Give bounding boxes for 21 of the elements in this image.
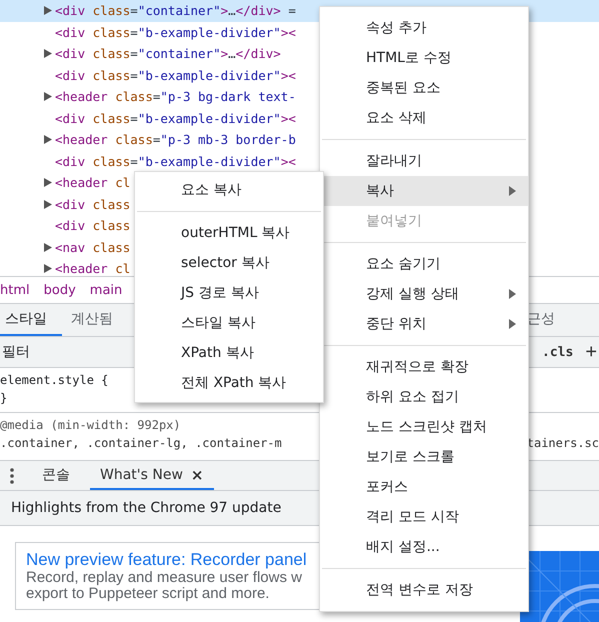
code-line: <div class="b-example-divider">< [55, 154, 296, 169]
code-line: <div class [55, 218, 130, 234]
code-line: <div class [55, 196, 130, 212]
code-line: <div class="b-example-divider">< [55, 68, 296, 83]
panel-heading: Highlights from the Chrome 97 update [11, 500, 282, 516]
card-description: export to Puppeteer script and more. [26, 586, 270, 602]
code-line: <div class="b-example-divider">< [55, 24, 296, 40]
code-line: <header class="p-3 mb-3 border-b [55, 132, 296, 148]
code-line: <header class="p-3 bg-dark text- [55, 89, 296, 104]
selector-text: tainers.sc [526, 436, 599, 450]
code-line: <nav class [55, 240, 130, 255]
style-rule-text: } [0, 391, 8, 405]
selector-text: .container, .container-lg, .container-m [0, 436, 282, 450]
media-query-text: @media (min-width: 992px) [0, 418, 181, 432]
code-line: <header cl [55, 175, 130, 190]
code-line: <div class="b-example-divider">< [55, 110, 296, 126]
code-line: <div class="container">…</div> [55, 46, 281, 62]
style-rule-text: element.style { [0, 373, 108, 387]
code-line: <div class="container">…</div> = [55, 3, 296, 18]
code-line: <header cl [55, 261, 130, 276]
card-description: Record, replay and measure user flows w [26, 570, 302, 586]
